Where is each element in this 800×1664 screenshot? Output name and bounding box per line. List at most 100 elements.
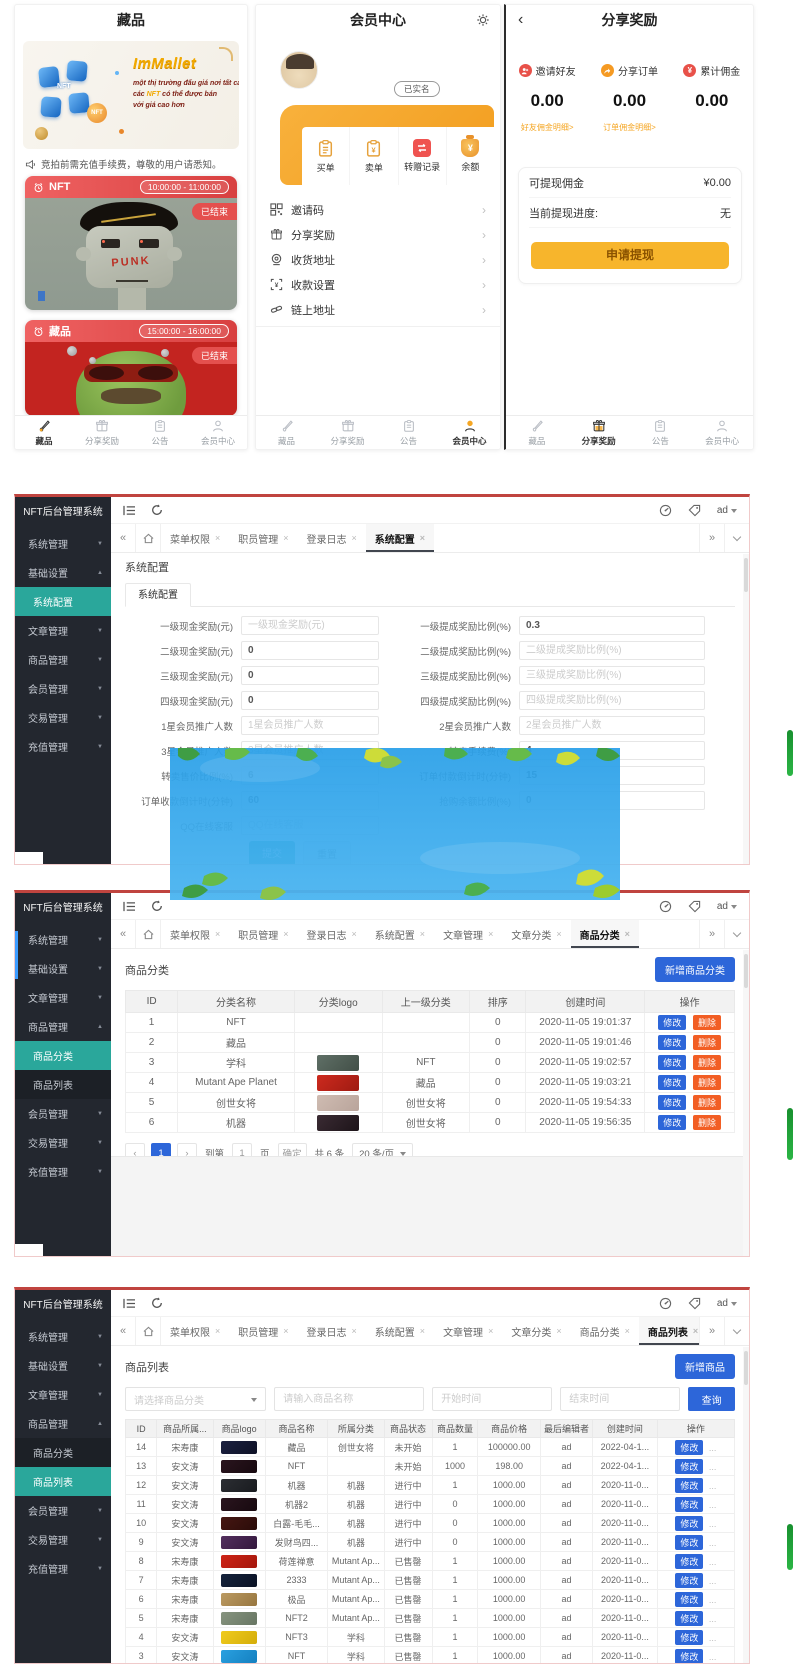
- expand-tabs-icon[interactable]: »: [699, 524, 724, 552]
- sidebar-item[interactable]: 系统管理 ▼: [15, 1322, 111, 1351]
- sidebar-item[interactable]: 文章管理 ▼: [15, 983, 111, 1012]
- field-input[interactable]: [241, 691, 379, 710]
- more-actions[interactable]: ...: [709, 1481, 717, 1491]
- tab-member-center[interactable]: 会员中心: [691, 416, 753, 449]
- stat-detail-link[interactable]: 好友佣金明细>: [521, 122, 574, 133]
- sidebar-item[interactable]: 交易管理 ▼: [15, 703, 111, 732]
- delete-button[interactable]: 删除: [693, 1075, 721, 1090]
- sidebar-item[interactable]: 基础设置 ▼: [15, 1351, 111, 1380]
- workspace-tab[interactable]: 菜单权限 ×: [161, 920, 229, 948]
- tab-collections[interactable]: 藏品: [256, 416, 317, 449]
- tag-icon[interactable]: [688, 900, 701, 913]
- more-actions[interactable]: ...: [709, 1576, 717, 1586]
- sidebar-item[interactable]: 商品管理 ▲: [15, 1409, 111, 1438]
- collapse-tabs-icon[interactable]: «: [111, 920, 136, 948]
- menu-item-shipping-address[interactable]: 收货地址 ›: [256, 247, 500, 272]
- category-select[interactable]: 请选择商品分类: [125, 1387, 266, 1411]
- close-icon[interactable]: ×: [215, 533, 220, 543]
- promo-banner[interactable]: NFT NFT ImMallet một thị trường đấu giá …: [23, 41, 239, 149]
- workspace-tab[interactable]: 菜单权限 ×: [161, 524, 229, 552]
- more-actions[interactable]: ...: [709, 1595, 717, 1605]
- modify-button[interactable]: 修改: [675, 1554, 703, 1569]
- gauge-icon[interactable]: [659, 900, 672, 913]
- sidebar-item[interactable]: 系统管理 ▼: [15, 529, 111, 558]
- close-icon[interactable]: ×: [215, 929, 220, 939]
- modify-button[interactable]: 修改: [658, 1055, 686, 1070]
- menu-item-share-rewards[interactable]: 分享奖励 ›: [256, 222, 500, 247]
- add-category-button[interactable]: 新增商品分类: [655, 957, 735, 982]
- tag-icon[interactable]: [688, 1297, 701, 1310]
- workspace-tab[interactable]: 登录日志 ×: [298, 920, 366, 948]
- close-icon[interactable]: ×: [488, 1326, 493, 1336]
- tab-share-rewards[interactable]: 分享奖励: [317, 416, 378, 449]
- modify-button[interactable]: 修改: [658, 1095, 686, 1110]
- close-icon[interactable]: ×: [488, 929, 493, 939]
- modify-button[interactable]: 修改: [675, 1592, 703, 1607]
- add-product-button[interactable]: 新增商品: [675, 1354, 735, 1379]
- avatar[interactable]: [280, 51, 318, 89]
- close-icon[interactable]: ×: [215, 1326, 220, 1336]
- sidebar-item[interactable]: 商品列表: [15, 1070, 111, 1099]
- more-actions[interactable]: ...: [709, 1462, 717, 1472]
- apply-withdraw-button[interactable]: 申请提现: [531, 242, 729, 269]
- gear-icon[interactable]: [476, 13, 490, 27]
- menu-item-invite-code[interactable]: 邀请码 ›: [256, 197, 500, 222]
- user-menu[interactable]: ad: [717, 901, 737, 912]
- home-icon[interactable]: [136, 920, 161, 948]
- field-input[interactable]: [241, 641, 379, 660]
- close-icon[interactable]: ×: [420, 929, 425, 939]
- modify-button[interactable]: 修改: [675, 1630, 703, 1645]
- close-icon[interactable]: ×: [352, 533, 357, 543]
- sidebar-item[interactable]: 会员管理 ▼: [15, 1099, 111, 1128]
- more-actions[interactable]: ...: [709, 1443, 717, 1453]
- field-input[interactable]: [519, 716, 705, 735]
- workspace-tab[interactable]: 商品分类 ×: [571, 1317, 639, 1345]
- sidebar-item[interactable]: 商品管理 ▼: [15, 645, 111, 674]
- close-icon[interactable]: ×: [625, 929, 630, 939]
- workspace-tab[interactable]: 系统配置 ×: [366, 524, 434, 552]
- gauge-icon[interactable]: [659, 1297, 672, 1310]
- modify-button[interactable]: 修改: [658, 1015, 686, 1030]
- expand-tabs-icon[interactable]: »: [699, 920, 724, 948]
- back-icon[interactable]: ‹: [518, 12, 523, 28]
- user-menu[interactable]: ad: [717, 1298, 737, 1309]
- workspace-tab[interactable]: 文章分类 ×: [502, 1317, 570, 1345]
- sidebar-item[interactable]: 系统管理 ▼: [15, 925, 111, 954]
- close-icon[interactable]: ×: [693, 1326, 698, 1336]
- refresh-icon[interactable]: [151, 1297, 163, 1309]
- modify-button[interactable]: 修改: [675, 1535, 703, 1550]
- workspace-tab[interactable]: 登录日志 ×: [298, 524, 366, 552]
- modify-button[interactable]: 修改: [675, 1497, 703, 1512]
- field-input[interactable]: [519, 616, 705, 635]
- more-actions[interactable]: ...: [709, 1633, 717, 1643]
- sidebar-item[interactable]: 文章管理 ▼: [15, 1380, 111, 1409]
- product-name-input[interactable]: [274, 1387, 424, 1411]
- tabs-menu-icon[interactable]: [724, 1317, 749, 1345]
- workspace-tab[interactable]: 文章分类 ×: [502, 920, 570, 948]
- sidebar-item[interactable]: 会员管理 ▼: [15, 674, 111, 703]
- close-icon[interactable]: ×: [283, 1326, 288, 1336]
- field-input[interactable]: [241, 616, 379, 635]
- more-actions[interactable]: ...: [709, 1614, 717, 1624]
- stat-detail-link[interactable]: 订单佣金明细>: [603, 122, 656, 133]
- quick-action-balance[interactable]: ¥ 余额: [446, 127, 494, 185]
- field-input[interactable]: [519, 691, 705, 710]
- close-icon[interactable]: ×: [283, 929, 288, 939]
- workspace-tab[interactable]: 系统配置 ×: [366, 1317, 434, 1345]
- sidebar-item[interactable]: 充值管理 ▼: [15, 1157, 111, 1186]
- modify-button[interactable]: 修改: [675, 1611, 703, 1626]
- sidebar-item[interactable]: 交易管理 ▼: [15, 1525, 111, 1554]
- auction-image-punk[interactable]: 已结束 PUNK: [25, 198, 237, 310]
- close-icon[interactable]: ×: [420, 533, 425, 543]
- close-icon[interactable]: ×: [283, 533, 288, 543]
- more-actions[interactable]: ...: [709, 1652, 717, 1662]
- tab-share-rewards[interactable]: 分享奖励: [73, 416, 131, 449]
- sidebar-item[interactable]: 商品列表: [15, 1467, 111, 1496]
- workspace-tab[interactable]: 商品分类 ×: [571, 920, 639, 948]
- sidebar-item[interactable]: 基础设置 ▲: [15, 558, 111, 587]
- workspace-tab[interactable]: 商品列表 ×: [639, 1317, 699, 1345]
- tab-announcements[interactable]: 公告: [378, 416, 439, 449]
- menu-item-payment-settings[interactable]: ¥ 收款设置 ›: [256, 272, 500, 297]
- tab-collections[interactable]: 藏品: [506, 416, 568, 449]
- field-input[interactable]: [241, 666, 379, 685]
